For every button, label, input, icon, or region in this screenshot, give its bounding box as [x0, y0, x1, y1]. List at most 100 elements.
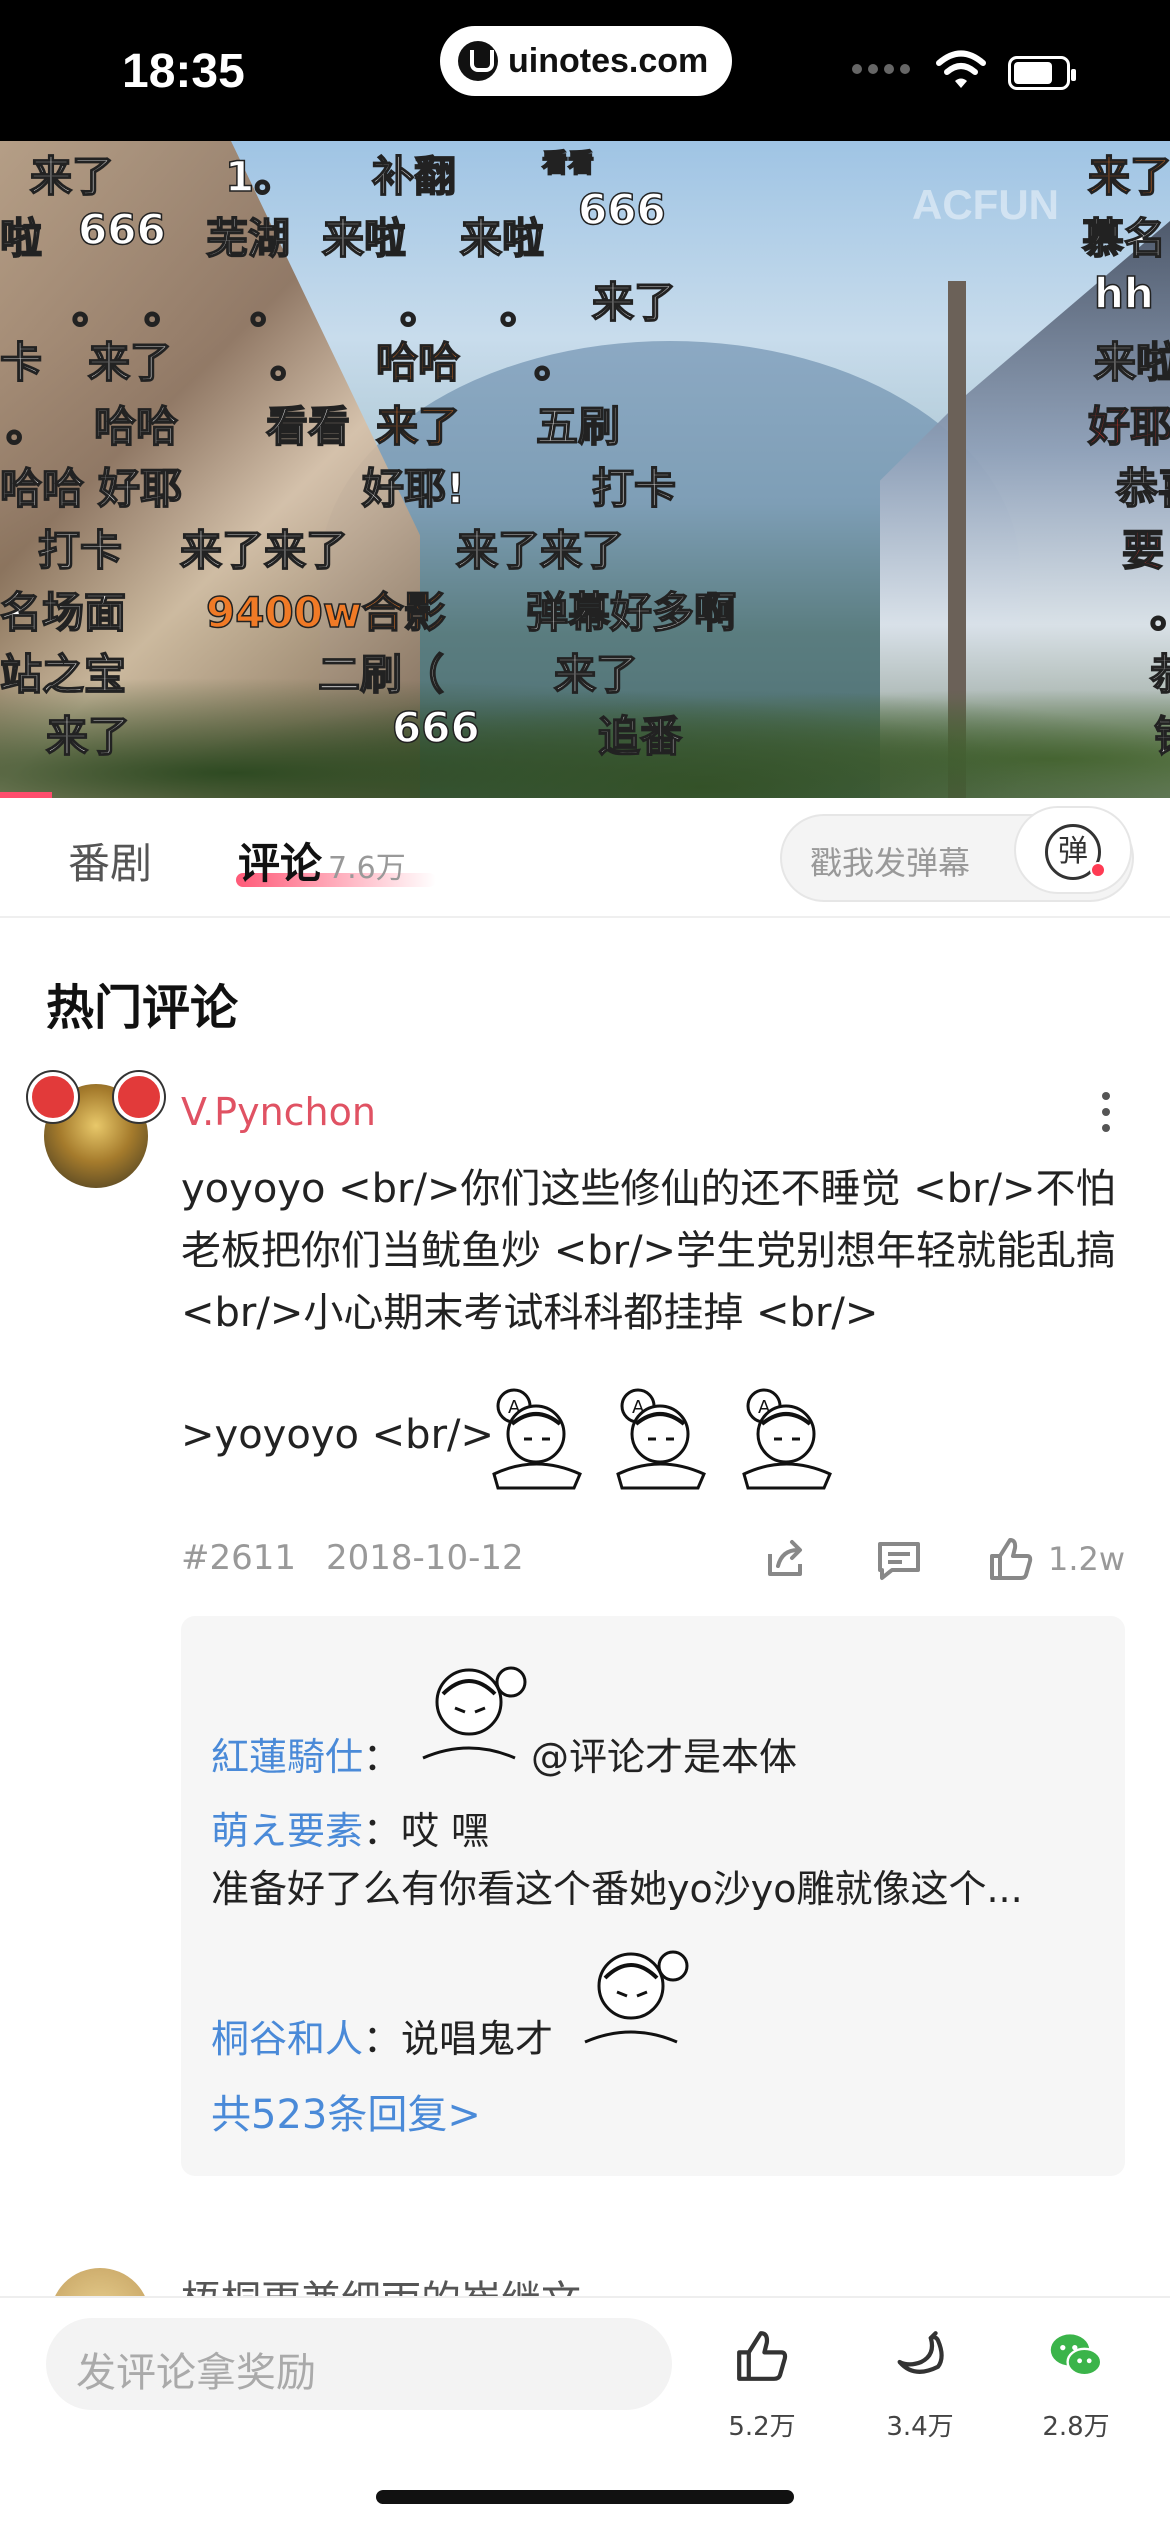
- danmaku-item: 打卡: [591, 463, 677, 514]
- danmaku-item: 啦: [0, 213, 43, 264]
- reply-username[interactable]: 紅蓮騎仕: [211, 1735, 363, 1779]
- tab-comments[interactable]: 评论 7.6万: [238, 830, 406, 891]
- avatar-frame-icon: [28, 1072, 164, 1132]
- danmaku-item: 来了: [87, 337, 173, 388]
- danmaku-item: 五刷: [535, 401, 621, 452]
- wechat-count: 2.8万: [1042, 2412, 1110, 2442]
- danmaku-item: 。: [533, 337, 577, 388]
- sticker-emoji: A: [616, 1388, 706, 1490]
- more-options-icon[interactable]: [1102, 1092, 1112, 1136]
- danmaku-item: 来了: [553, 649, 639, 700]
- danmaku-item: 要: [1121, 525, 1165, 576]
- danmaku-item: 慕名: [1081, 213, 1167, 264]
- clock: 18:35: [122, 45, 245, 98]
- reply-text: 哎 嘿: [401, 1809, 490, 1853]
- banana-button[interactable]: 3.4万: [860, 2318, 980, 2442]
- url-pill[interactable]: uinotes.com: [440, 26, 732, 96]
- danmaku-on-indicator: [1090, 862, 1106, 878]
- danmaku-item: 来了来了: [455, 525, 625, 576]
- reply-text: 准备好了么有你看这个番她yo沙yo雕就像这个...: [211, 1867, 1023, 1911]
- danmaku-item: 来了: [375, 401, 461, 452]
- danmaku-item: 看看: [265, 401, 351, 452]
- reply-item[interactable]: 桐谷和人：说唱鬼才: [211, 2008, 553, 2063]
- wifi-icon: [936, 50, 986, 88]
- like-video-button[interactable]: 5.2万: [702, 2318, 822, 2442]
- sticker-emoji: [422, 1666, 527, 1760]
- danmaku-item: 。: [499, 283, 543, 334]
- danmaku-item: 。: [249, 283, 293, 334]
- sticker-emoji: A: [492, 1388, 582, 1490]
- comment-date: 2018-10-12: [326, 1538, 524, 1578]
- like-video-count: 5.2万: [728, 2412, 796, 2442]
- video-watermark: ACFUN: [912, 181, 1059, 228]
- danmaku-item: 哈哈: [93, 401, 179, 452]
- danmaku-item: 来了: [45, 711, 131, 762]
- comment-text: yoyoyo <br/>你们这些修仙的还不睡觉 <br/>不怕老板把你们当鱿鱼炒…: [181, 1166, 1117, 1336]
- danmaku-item: 哈哈: [0, 463, 85, 514]
- danmaku-item: 追番: [597, 711, 683, 762]
- reply-username[interactable]: 萌え要素: [211, 1809, 363, 1853]
- reply-separator: ：: [363, 1735, 402, 1779]
- danmaku-item: 。: [143, 283, 187, 334]
- danmaku-input-placeholder: 戳我发弹幕: [810, 844, 971, 882]
- danmaku-item: hh: [1093, 268, 1154, 319]
- reply-username[interactable]: 桐谷和人: [211, 2017, 363, 2061]
- comment-text-last: >yoyoyo <br/>: [181, 1412, 495, 1458]
- danmaku-item: 来了: [1087, 151, 1170, 202]
- danmaku-item: 好耶!: [361, 463, 466, 514]
- reply-separator: ：: [363, 1809, 402, 1853]
- like-count: 1.2w: [1048, 1540, 1126, 1578]
- danmaku-item: 来了: [591, 277, 677, 328]
- danmaku-item: 二刷（: [317, 649, 445, 700]
- danmaku-item: 。: [1149, 579, 1170, 640]
- like-icon[interactable]: [986, 1534, 1036, 1584]
- site-icon: [458, 41, 498, 81]
- hot-comments-title: 热门评论: [46, 980, 239, 1036]
- danmaku-item: 来了: [29, 151, 115, 202]
- danmaku-item: 弹幕好多啊: [525, 587, 737, 638]
- danmaku-item: 。: [5, 401, 49, 452]
- danmaku-item: 哈哈: [375, 337, 461, 388]
- reply-icon[interactable]: [874, 1534, 924, 1584]
- home-indicator: [376, 2490, 794, 2504]
- sticker-emoji: A: [742, 1388, 832, 1490]
- danmaku-item: 恭喜: [1115, 463, 1170, 514]
- wechat-icon: [1050, 2334, 1103, 2377]
- status-bar: 18:35 uinotes.com: [0, 0, 1170, 141]
- danmaku-item: 打卡: [37, 525, 123, 576]
- danmaku-item: 666: [577, 184, 666, 235]
- danmaku-item: 。: [399, 283, 443, 334]
- danmaku-item: 错: [1153, 703, 1170, 764]
- video-player[interactable]: ACFUN 来了 1。 补翻 看看 来了啦 666 芜湖 来啦 来啦 666 慕名。。。。。来了 hh…: [0, 141, 1170, 798]
- comments-count: 7.6万: [328, 851, 406, 886]
- danmaku-item: 9400w合影: [205, 587, 446, 638]
- view-all-replies-link[interactable]: 共523条回复>: [211, 2082, 481, 2140]
- banana-count: 3.4万: [886, 2412, 954, 2442]
- tab-bar: 番剧 评论 7.6万 戳我发弹幕 弹: [0, 798, 1170, 918]
- reply-item[interactable]: 萌え要素：哎 嘿: [211, 1800, 489, 1855]
- danmaku-item: 来啦: [1093, 337, 1170, 388]
- danmaku-toggle-button[interactable]: 弹: [1014, 806, 1132, 894]
- danmaku-item: 。: [71, 283, 115, 334]
- danmaku-item: 。: [269, 337, 313, 388]
- comment-username[interactable]: V.Pynchon: [181, 1090, 376, 1134]
- wechat-share-button[interactable]: 2.8万: [1016, 2318, 1136, 2442]
- danmaku-item: 名场面: [0, 587, 127, 638]
- share-icon[interactable]: [760, 1534, 810, 1584]
- danmaku-item: 卡: [0, 337, 43, 388]
- comment-input[interactable]: 发评论拿奖励: [46, 2318, 672, 2410]
- cellular-signal-icon: [852, 64, 910, 74]
- battery-icon: [1008, 56, 1076, 90]
- danmaku-item: 来啦: [459, 213, 545, 264]
- tab-episodes[interactable]: 番剧: [68, 830, 152, 891]
- banana-icon: [897, 2331, 944, 2374]
- url-text: uinotes.com: [508, 41, 709, 80]
- comment-floor: #2611: [181, 1538, 297, 1578]
- reply-text: 说唱鬼才: [401, 2017, 554, 2061]
- reply-item-continuation[interactable]: 准备好了么有你看这个番她yo沙yo雕就像这个...: [211, 1858, 1023, 1913]
- danmaku-item: 好耶: [1087, 401, 1170, 452]
- danmaku-item: 恭: [1149, 641, 1170, 702]
- danmaku-item: 好耶: [97, 463, 183, 514]
- reply-list[interactable]: 紅蓮騎仕： @评论才是本体 萌え要素：哎 嘿 准备好了么有你看这个番她yo沙yo雕…: [181, 1616, 1125, 2176]
- danmaku-item: 站之宝: [0, 649, 127, 700]
